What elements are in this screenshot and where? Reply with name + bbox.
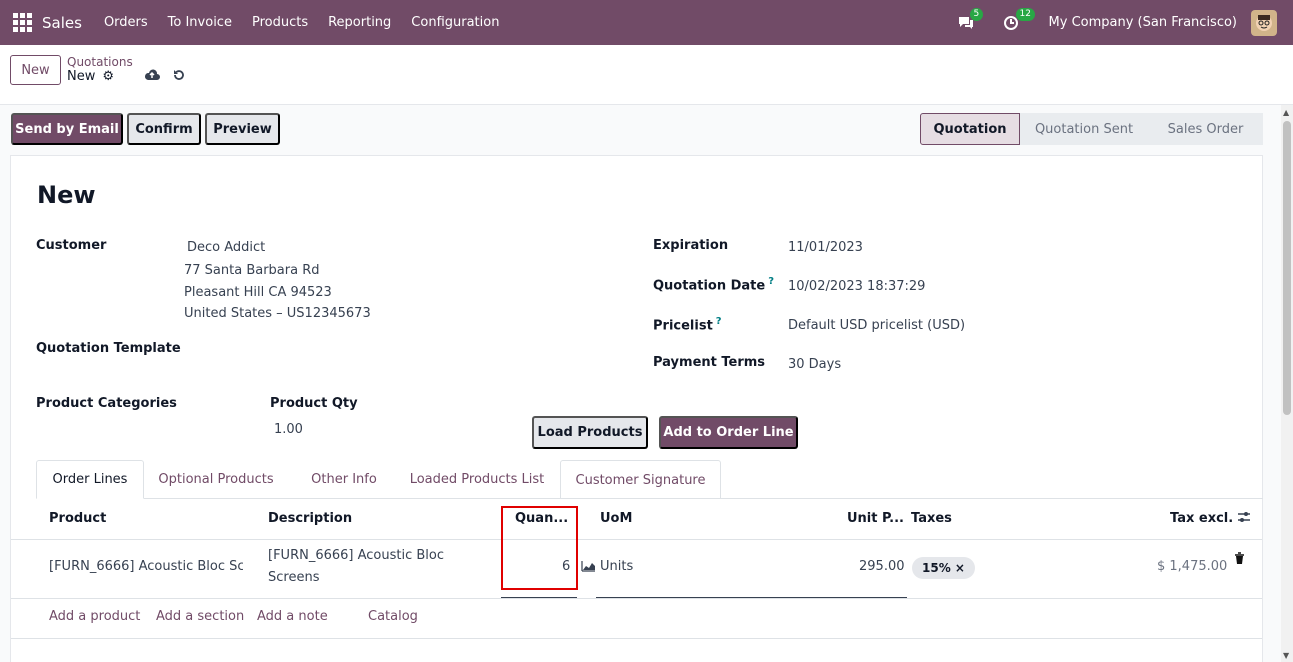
col-unit-price[interactable]: Unit P...: [847, 511, 904, 526]
menu-reporting[interactable]: Reporting: [328, 15, 391, 30]
table-footer-divider: [11, 638, 1262, 639]
pricelist-value[interactable]: Default USD pricelist (USD): [788, 318, 965, 333]
add-section-link[interactable]: Add a section: [156, 609, 244, 624]
customer-address-line3: United States – US12345673: [184, 306, 371, 321]
product-qty-label: Product Qty: [270, 396, 358, 411]
activities-button[interactable]: 12: [1003, 7, 1035, 33]
pricelist-label: Pricelist?: [653, 316, 722, 333]
customer-address-line2: Pleasant Hill CA 94523: [184, 285, 332, 300]
row-description-line2[interactable]: Screens: [268, 570, 319, 585]
col-uom[interactable]: UoM: [600, 511, 632, 526]
add-to-order-line-button[interactable]: Add to Order Line: [659, 416, 798, 449]
quantity-highlight-box: [501, 506, 578, 590]
payment-terms-label: Payment Terms: [653, 355, 766, 370]
app-name[interactable]: Sales: [42, 14, 82, 32]
apps-grid-icon[interactable]: [11, 12, 33, 34]
help-tooltip-icon[interactable]: ?: [716, 316, 722, 327]
notebook-tabs: Order Lines Optional Products Other Info…: [36, 460, 1263, 499]
expiration-label: Expiration: [653, 238, 729, 253]
breadcrumb-current-label: New: [67, 69, 96, 84]
row-product[interactable]: [FURN_6666] Acoustic Bloc Scr: [49, 559, 243, 574]
tab-order-lines[interactable]: Order Lines: [36, 460, 144, 499]
row-uom[interactable]: Units: [600, 559, 633, 574]
company-switcher[interactable]: My Company (San Francisco): [1049, 15, 1237, 30]
stage-quotation[interactable]: Quotation: [920, 113, 1020, 145]
messages-count-badge: 5: [969, 7, 984, 21]
forecast-chart-icon[interactable]: [581, 560, 596, 576]
menu-configuration[interactable]: Configuration: [411, 15, 499, 30]
tab-optional-products[interactable]: Optional Products: [152, 460, 280, 499]
tab-other-info[interactable]: Other Info: [302, 460, 386, 499]
tax-tag[interactable]: 15% ×: [912, 557, 975, 579]
menu-orders[interactable]: Orders: [104, 15, 148, 30]
table-row-divider: [11, 598, 1262, 599]
breadcrumb-current: New ⚙: [67, 69, 114, 84]
quotation-date-value[interactable]: 10/02/2023 18:37:29: [788, 279, 925, 294]
send-by-email-button[interactable]: Send by Email: [11, 113, 123, 145]
new-button[interactable]: New: [10, 55, 61, 85]
scrollbar-thumb[interactable]: [1283, 121, 1291, 415]
menu-to-invoice[interactable]: To Invoice: [168, 15, 232, 30]
scroll-down-arrow-icon[interactable]: ▼: [1283, 651, 1289, 660]
col-taxes[interactable]: Taxes: [911, 511, 952, 526]
row-subtotal: $ 1,475.00: [1157, 559, 1228, 574]
user-avatar[interactable]: [1251, 9, 1277, 36]
menu-products[interactable]: Products: [252, 15, 308, 30]
tab-loaded-products-list[interactable]: Loaded Products List: [402, 460, 552, 499]
quotation-date-label: Quotation Date?: [653, 276, 774, 293]
product-qty-value[interactable]: 1.00: [274, 422, 303, 437]
payment-terms-value[interactable]: 30 Days: [788, 357, 841, 372]
col-description[interactable]: Description: [268, 511, 352, 526]
preview-button[interactable]: Preview: [205, 113, 280, 145]
user-face-icon: [1256, 14, 1272, 31]
scroll-up-arrow-icon[interactable]: ▲: [1283, 108, 1289, 117]
breadcrumb-parent[interactable]: Quotations: [67, 55, 133, 69]
row-unit-price[interactable]: 295.00: [859, 559, 905, 574]
status-stages: Quotation Quotation Sent Sales Order: [920, 113, 1263, 145]
form-sheet: New Customer Deco Addict 77 Santa Barbar…: [10, 155, 1263, 662]
col-product[interactable]: Product: [49, 511, 106, 526]
discard-icon[interactable]: [172, 68, 186, 86]
gear-icon[interactable]: ⚙: [102, 69, 114, 84]
add-note-link[interactable]: Add a note: [257, 609, 328, 624]
tab-customer-signature[interactable]: Customer Signature: [560, 460, 721, 499]
quotation-date-label-text: Quotation Date: [653, 278, 766, 294]
expiration-value[interactable]: 11/01/2023: [788, 240, 863, 255]
trash-icon[interactable]: [1234, 552, 1245, 569]
column-settings-icon[interactable]: [1237, 511, 1251, 527]
stage-quotation-sent[interactable]: Quotation Sent: [1020, 113, 1148, 145]
pricelist-label-text: Pricelist: [653, 318, 713, 334]
product-categories-label: Product Categories: [36, 396, 177, 411]
cloud-save-icon[interactable]: [144, 68, 160, 86]
help-tooltip-icon[interactable]: ?: [768, 276, 774, 287]
catalog-link[interactable]: Catalog: [368, 609, 418, 624]
customer-name[interactable]: Deco Addict: [187, 240, 265, 255]
messages-button[interactable]: 5: [957, 7, 984, 33]
page-scrollbar[interactable]: ▲ ▼: [1281, 105, 1293, 662]
control-panel: New Quotations New ⚙: [0, 45, 1293, 105]
stage-sales-order[interactable]: Sales Order: [1148, 113, 1263, 145]
activities-count-badge: 12: [1015, 7, 1035, 21]
top-navbar: Sales Orders To Invoice Products Reporti…: [0, 0, 1293, 45]
quotation-template-label: Quotation Template: [36, 341, 181, 356]
confirm-button[interactable]: Confirm: [127, 113, 201, 145]
table-header-divider: [11, 539, 1262, 540]
record-title: New: [37, 181, 96, 209]
row-description-line1[interactable]: [FURN_6666] Acoustic Bloc: [268, 548, 444, 563]
col-tax-excl[interactable]: Tax excl.: [1170, 511, 1233, 526]
add-product-link[interactable]: Add a product: [49, 609, 140, 624]
customer-label: Customer: [36, 238, 107, 253]
customer-address-line1: 77 Santa Barbara Rd: [184, 263, 320, 278]
load-products-button[interactable]: Load Products: [532, 416, 648, 449]
